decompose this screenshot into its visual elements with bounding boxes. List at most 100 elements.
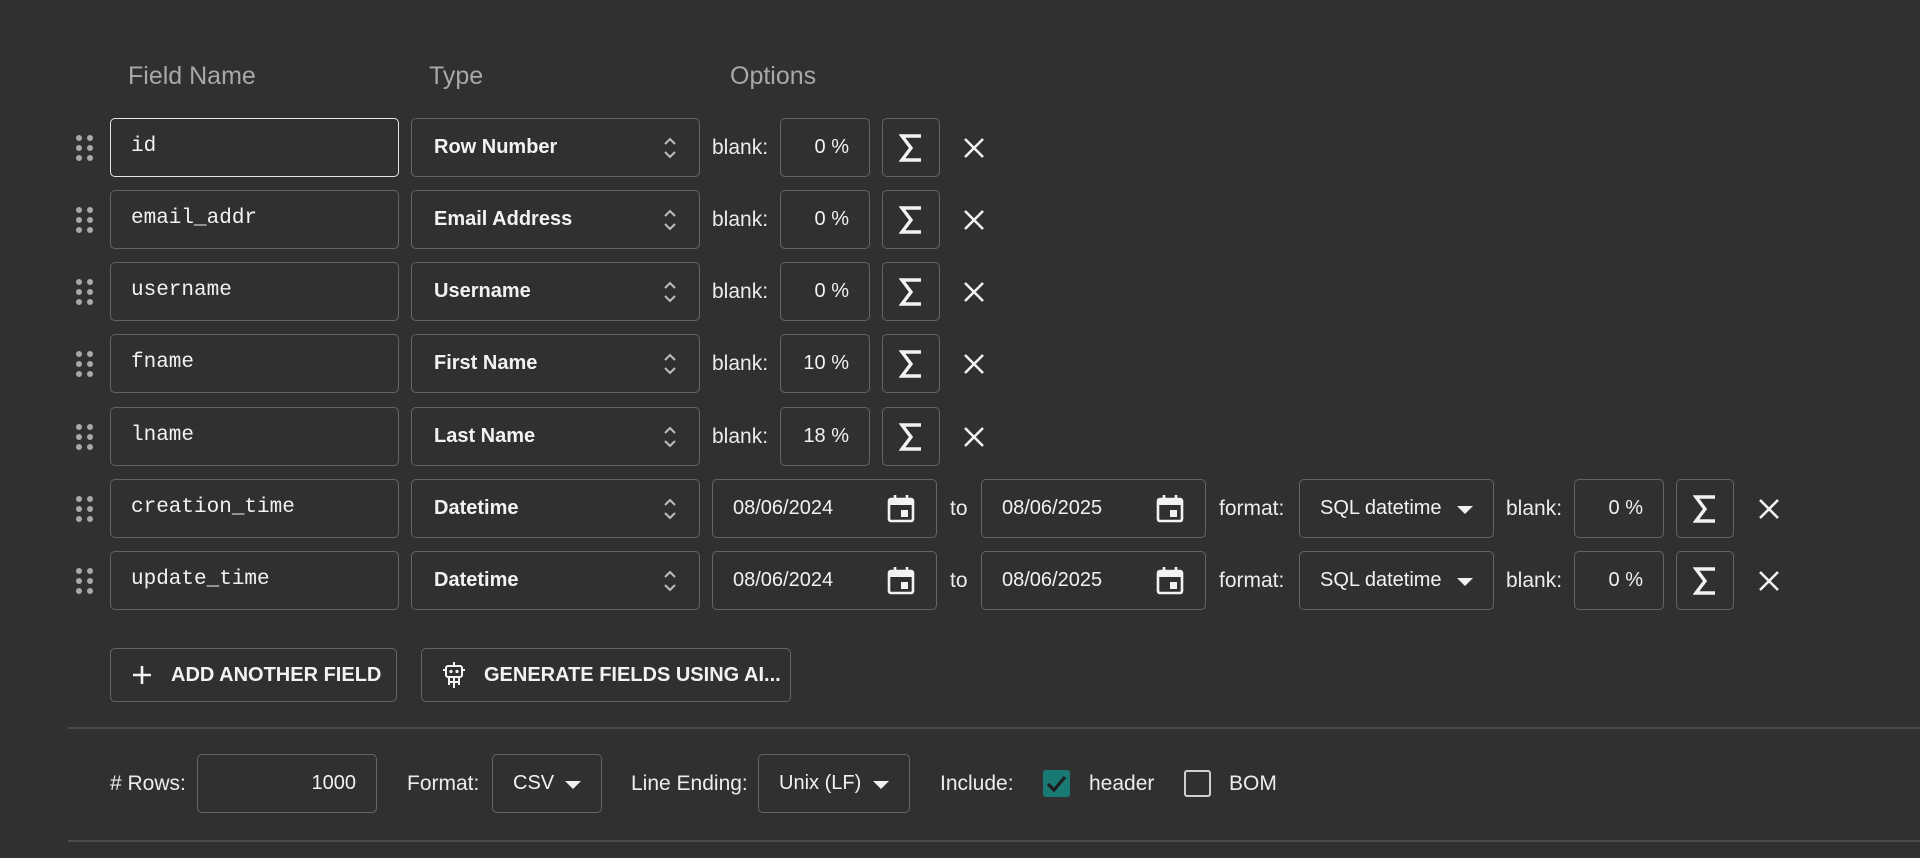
remove-field-button[interactable] — [959, 133, 989, 163]
formula-button[interactable] — [882, 118, 940, 177]
field-type-value: Datetime — [434, 497, 519, 519]
caret-down-icon — [1457, 506, 1473, 514]
close-icon — [964, 138, 984, 158]
close-icon — [964, 282, 984, 302]
generate-fields-ai-button[interactable]: GENERATE FIELDS USING AI... — [421, 648, 791, 702]
field-type-value: Email Address — [434, 208, 573, 230]
field-name-input[interactable]: id — [110, 118, 399, 177]
bom-checkbox[interactable] — [1184, 770, 1211, 797]
remove-field-button[interactable] — [1754, 566, 1784, 596]
date-to-input[interactable]: 08/06/2025 — [981, 551, 1206, 610]
chevron-up-down-icon — [664, 426, 676, 448]
field-type-select[interactable]: Datetime — [411, 551, 700, 610]
to-label: to — [950, 569, 968, 592]
field-type-select[interactable]: Row Number — [411, 118, 700, 177]
add-another-field-button[interactable]: ADD ANOTHER FIELD — [110, 648, 397, 702]
remove-field-button[interactable] — [959, 422, 989, 452]
field-type-select[interactable]: Email Address — [411, 190, 700, 249]
drag-handle-icon[interactable] — [76, 568, 94, 594]
field-type-select[interactable]: Last Name — [411, 407, 700, 466]
date-from-input[interactable]: 08/06/2024 — [712, 479, 937, 538]
remove-field-button[interactable] — [959, 205, 989, 235]
line-ending-label: Line Ending: — [631, 772, 748, 795]
blank-label: blank: — [712, 208, 769, 231]
formula-button[interactable] — [882, 334, 940, 393]
chevron-up-down-icon — [664, 353, 676, 375]
remove-field-button[interactable] — [1754, 494, 1784, 524]
sigma-icon — [899, 133, 921, 162]
drag-handle-icon[interactable] — [76, 424, 94, 450]
remove-field-button[interactable] — [959, 349, 989, 379]
blank-percent-input[interactable]: 0 % — [1574, 551, 1664, 610]
drag-handle-icon[interactable] — [76, 135, 94, 161]
field-type-value: First Name — [434, 352, 538, 374]
formula-button[interactable] — [1676, 551, 1734, 610]
line-ending-select[interactable]: Unix (LF) — [758, 754, 910, 813]
blank-label: blank: — [712, 425, 769, 448]
robot-icon — [443, 662, 465, 688]
header-checkbox[interactable] — [1043, 770, 1070, 797]
line-ending-value: Unix (LF) — [779, 772, 862, 794]
to-label: to — [950, 497, 968, 520]
chevron-up-down-icon — [664, 570, 676, 592]
sigma-icon — [1693, 566, 1715, 595]
rows-input[interactable]: 1000 — [197, 754, 377, 813]
field-type-select[interactable]: Datetime — [411, 479, 700, 538]
blank-percent-input[interactable]: 0 % — [780, 118, 870, 177]
field-name-input[interactable]: username — [110, 262, 399, 321]
bom-checkbox-label: BOM — [1229, 772, 1277, 795]
calendar-icon — [1156, 495, 1184, 523]
blank-percent-input[interactable]: 0 % — [780, 190, 870, 249]
field-type-select[interactable]: First Name — [411, 334, 700, 393]
field-type-select[interactable]: Username — [411, 262, 700, 321]
field-name-input[interactable]: email_addr — [110, 190, 399, 249]
plus-icon — [133, 666, 151, 684]
field-name-input[interactable]: creation_time — [110, 479, 399, 538]
chevron-up-down-icon — [664, 281, 676, 303]
sigma-icon — [899, 349, 921, 378]
format-select[interactable]: CSV — [492, 754, 602, 813]
formula-button[interactable] — [1676, 479, 1734, 538]
field-name-input[interactable]: update_time — [110, 551, 399, 610]
header-options: Options — [730, 62, 817, 90]
blank-percent-input[interactable]: 0 % — [1574, 479, 1664, 538]
datetime-format-value: SQL datetime — [1320, 569, 1442, 591]
divider-top — [68, 727, 1920, 729]
blank-percent-input[interactable]: 0 % — [780, 262, 870, 321]
formula-button[interactable] — [882, 262, 940, 321]
format-label: Format: — [407, 772, 480, 795]
datetime-format-select[interactable]: SQL datetime — [1299, 479, 1494, 538]
sigma-icon — [899, 205, 921, 234]
field-name-input[interactable]: lname — [110, 407, 399, 466]
date-from-input[interactable]: 08/06/2024 — [712, 551, 937, 610]
drag-handle-icon[interactable] — [76, 496, 94, 522]
sigma-icon — [899, 277, 921, 306]
date-to-input[interactable]: 08/06/2025 — [981, 479, 1206, 538]
add-another-field-label: ADD ANOTHER FIELD — [171, 663, 382, 686]
drag-handle-icon[interactable] — [76, 351, 94, 377]
generate-fields-ai-label: GENERATE FIELDS USING AI... — [484, 663, 781, 686]
drag-handle-icon[interactable] — [76, 279, 94, 305]
sigma-icon — [899, 422, 921, 451]
blank-label: blank: — [1506, 497, 1563, 520]
formula-button[interactable] — [882, 190, 940, 249]
formula-button[interactable] — [882, 407, 940, 466]
date-from-value: 08/06/2024 — [733, 497, 834, 519]
drag-handle-icon[interactable] — [76, 207, 94, 233]
format-label: format: — [1219, 569, 1285, 592]
field-name-input[interactable]: fname — [110, 334, 399, 393]
close-icon — [1759, 499, 1779, 519]
header-checkbox-label: header — [1089, 772, 1155, 795]
header-field-name: Field Name — [128, 62, 256, 90]
blank-percent-input[interactable]: 18 % — [780, 407, 870, 466]
date-to-value: 08/06/2025 — [1002, 497, 1103, 519]
blank-label: blank: — [712, 136, 769, 159]
blank-label: blank: — [1506, 569, 1563, 592]
datetime-format-select[interactable]: SQL datetime — [1299, 551, 1494, 610]
field-type-value: Row Number — [434, 136, 558, 158]
blank-percent-input[interactable]: 10 % — [780, 334, 870, 393]
caret-down-icon — [565, 781, 581, 789]
calendar-icon — [1156, 567, 1184, 595]
remove-field-button[interactable] — [959, 277, 989, 307]
rows-label: # Rows: — [110, 772, 186, 795]
